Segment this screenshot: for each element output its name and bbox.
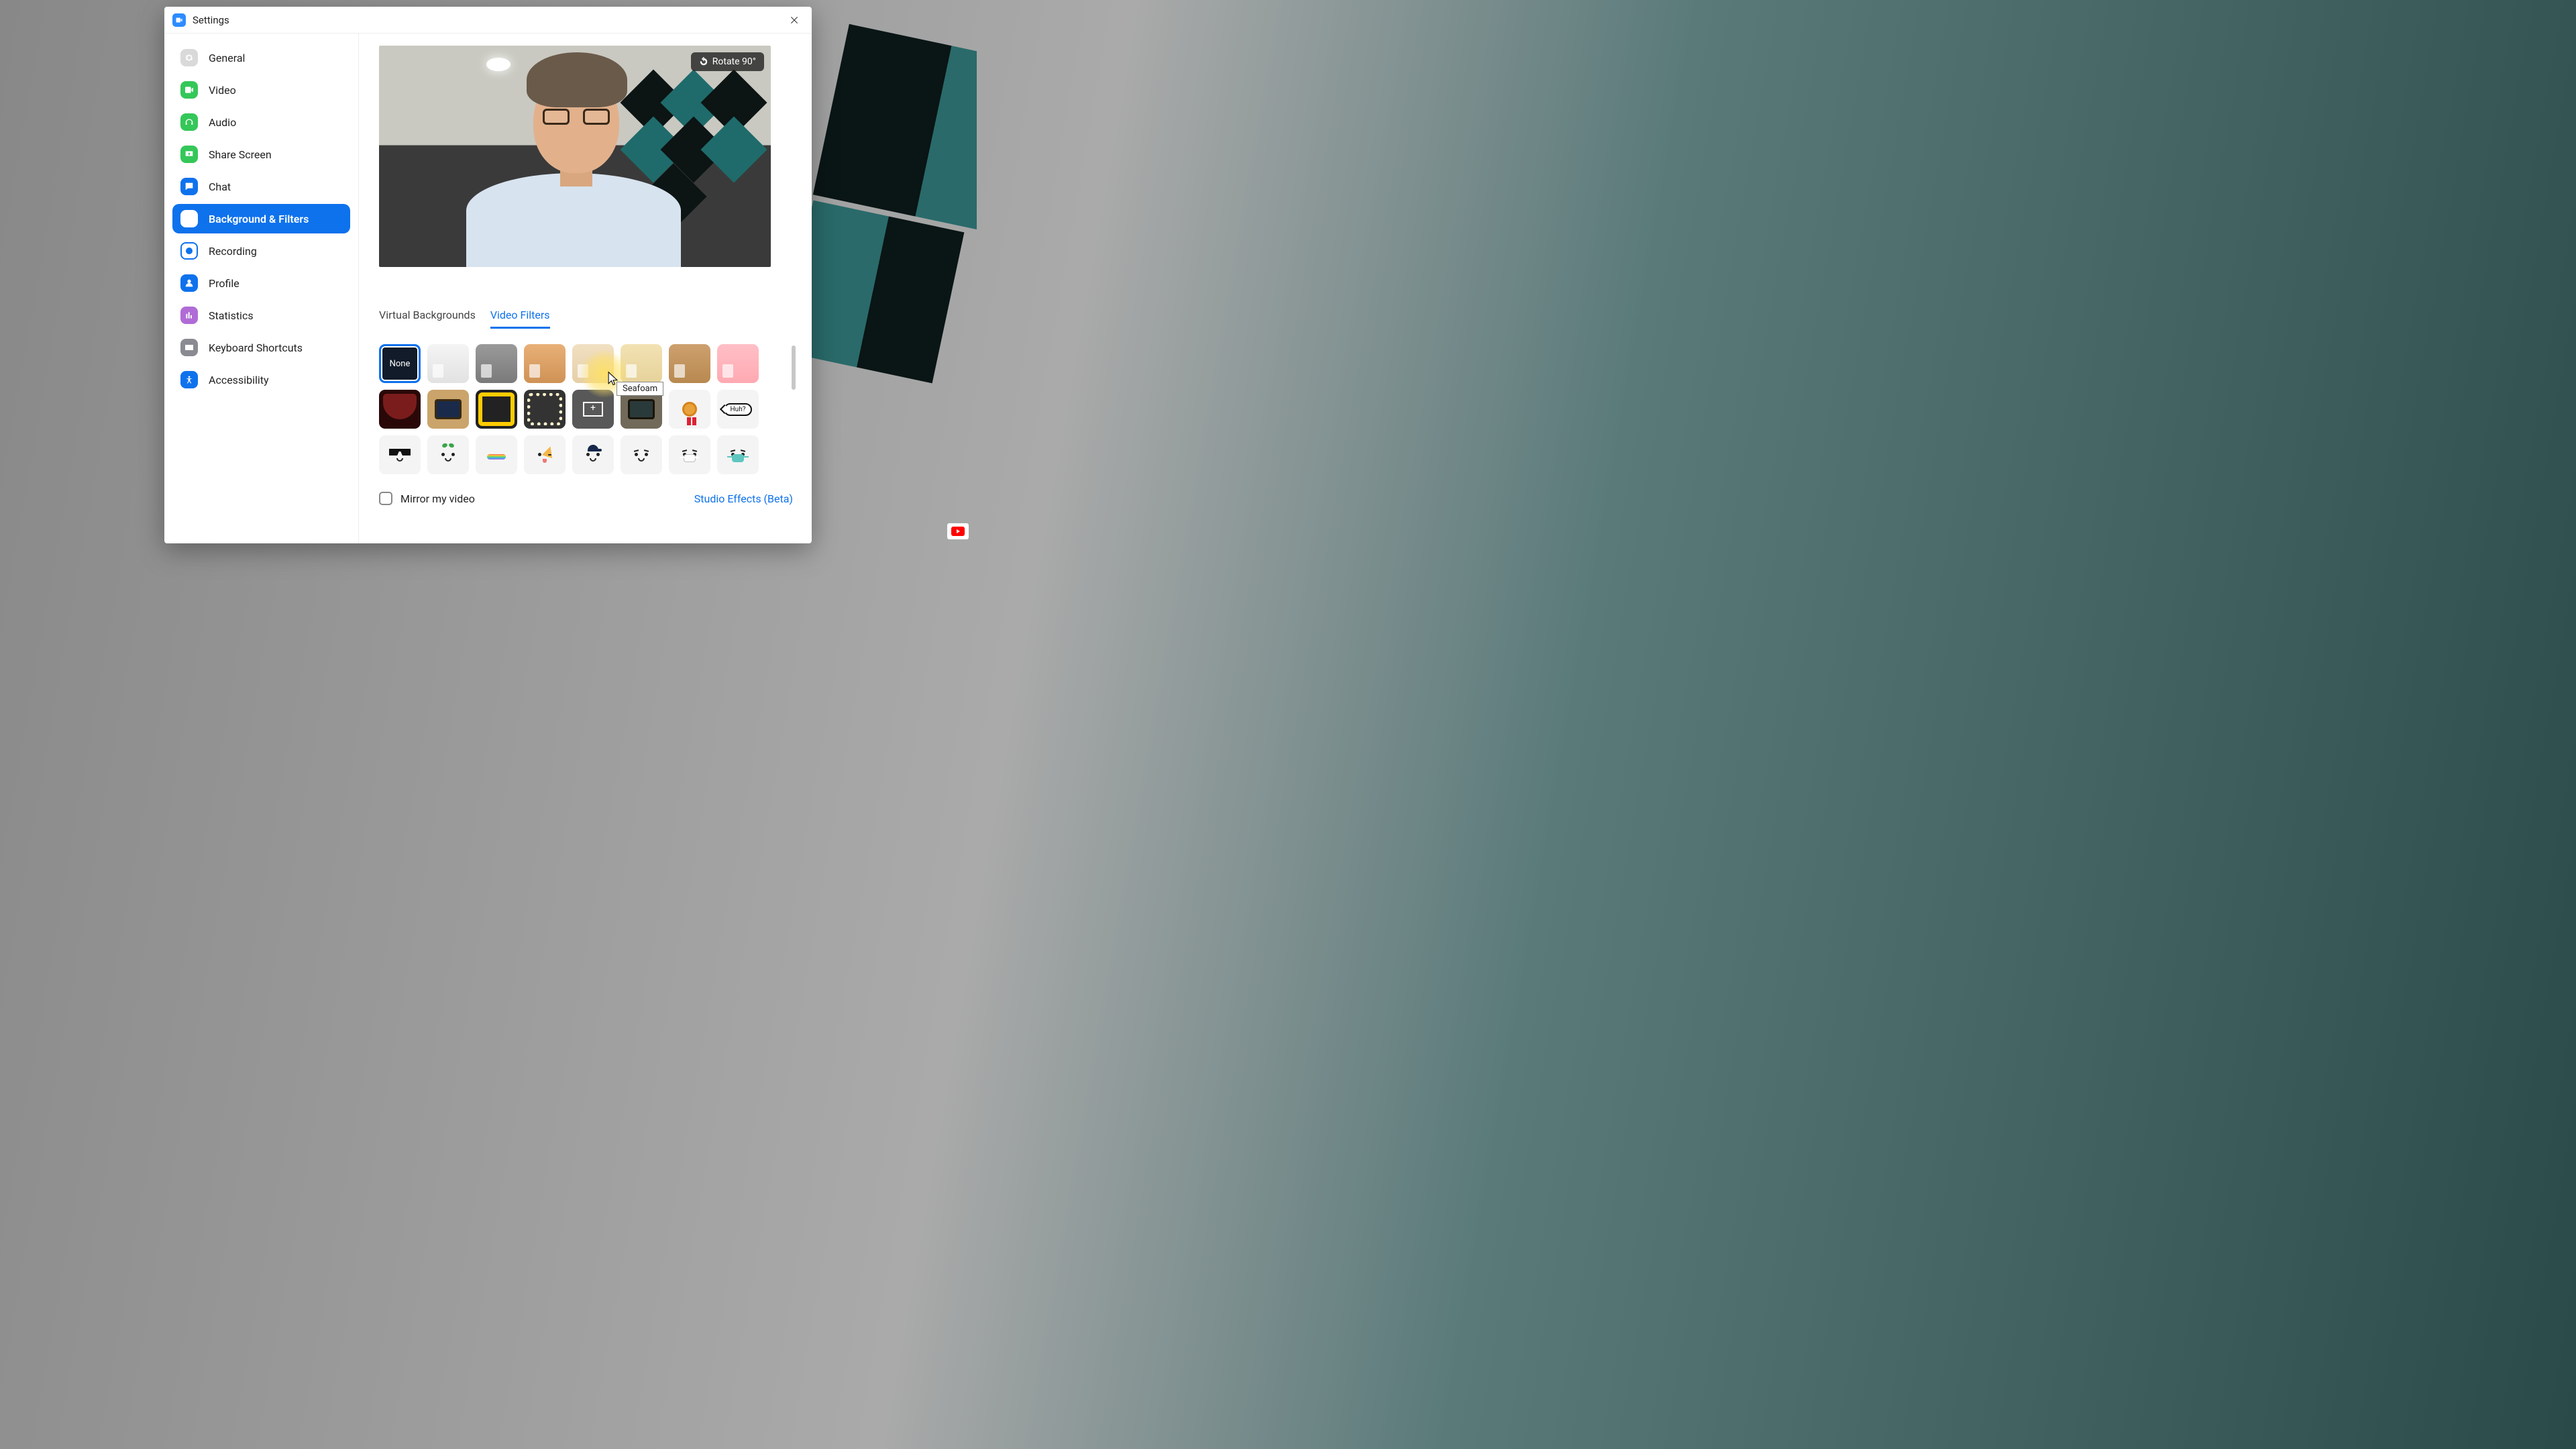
filter-deal-with-it[interactable]	[379, 435, 421, 474]
tab-virtual-backgrounds[interactable]: Virtual Backgrounds	[379, 309, 476, 329]
sidebar-item-label: Statistics	[209, 309, 254, 322]
settings-dialog: Settings General Video Audio Share Scree…	[164, 7, 812, 543]
filter-huh[interactable]: Huh?	[717, 390, 759, 429]
filter-pizza[interactable]	[524, 435, 566, 474]
sidebar-item-accessibility[interactable]: Accessibility	[172, 365, 350, 394]
filter-happy[interactable]	[621, 435, 662, 474]
rotate-label: Rotate 90°	[712, 56, 756, 67]
chat-icon	[180, 178, 198, 195]
gear-icon	[180, 49, 198, 66]
filter-noir[interactable]	[476, 344, 517, 383]
sidebar-item-statistics[interactable]: Statistics	[172, 301, 350, 330]
youtube-subscribe-badge[interactable]	[947, 523, 969, 539]
share-screen-icon	[180, 146, 198, 163]
huh-bubble-text: Huh?	[724, 403, 753, 416]
sidebar-item-label: General	[209, 52, 245, 64]
settings-main-panel: Rotate 90° Virtual Backgrounds Video Fil…	[359, 34, 812, 543]
recording-icon	[180, 242, 198, 260]
close-button[interactable]	[785, 11, 804, 30]
rotate-90-button[interactable]: Rotate 90°	[691, 52, 764, 71]
titlebar: Settings	[164, 7, 812, 34]
rotate-icon	[699, 57, 708, 66]
keyboard-icon	[180, 339, 198, 356]
mirror-video-checkbox[interactable]	[379, 492, 392, 505]
filter-sepia[interactable]	[524, 344, 566, 383]
sidebar-item-label: Keyboard Shortcuts	[209, 341, 303, 354]
tab-video-filters[interactable]: Video Filters	[490, 309, 550, 329]
filter-tooltip: Seafoam	[616, 382, 663, 396]
filter-retro-tv[interactable]	[427, 390, 469, 429]
video-filters-grid: None Huh?	[379, 344, 768, 474]
filter-rose[interactable]	[717, 344, 759, 383]
sidebar-item-audio[interactable]: Audio	[172, 107, 350, 137]
filter-award[interactable]	[669, 390, 710, 429]
bgf-footer: Mirror my video Studio Effects (Beta)	[379, 492, 793, 505]
close-icon	[789, 15, 800, 25]
sidebar-item-label: Recording	[209, 245, 257, 258]
bgf-tabs: Virtual Backgrounds Video Filters	[379, 309, 793, 329]
sidebar-item-label: Accessibility	[209, 374, 269, 386]
profile-icon	[180, 274, 198, 292]
filter-dusk[interactable]	[669, 344, 710, 383]
zoom-app-icon	[172, 13, 186, 27]
sidebar-item-label: Audio	[209, 116, 236, 129]
filter-lights-frame[interactable]	[524, 390, 566, 429]
sidebar-item-video[interactable]: Video	[172, 75, 350, 105]
video-preview: Rotate 90°	[379, 46, 771, 267]
filter-theater[interactable]	[379, 390, 421, 429]
studio-effects-link[interactable]: Studio Effects (Beta)	[694, 492, 793, 505]
sidebar-item-label: Share Screen	[209, 148, 272, 161]
sidebar-item-label: Video	[209, 84, 236, 97]
sidebar-item-recording[interactable]: Recording	[172, 236, 350, 266]
accessibility-icon	[180, 371, 198, 388]
mirror-video-label: Mirror my video	[400, 492, 475, 505]
filter-mask-teal[interactable]	[717, 435, 759, 474]
video-icon	[180, 81, 198, 99]
sidebar-item-label: Chat	[209, 180, 231, 193]
sidebar-item-share-screen[interactable]: Share Screen	[172, 140, 350, 169]
sidebar-item-background-filters[interactable]: Background & Filters	[172, 204, 350, 233]
sidebar-item-profile[interactable]: Profile	[172, 268, 350, 298]
settings-sidebar: General Video Audio Share Screen Chat Ba…	[164, 34, 359, 543]
filter-cap[interactable]	[572, 435, 614, 474]
filter-sprout[interactable]	[427, 435, 469, 474]
sidebar-item-label: Background & Filters	[209, 213, 309, 225]
filter-focus-frame[interactable]	[572, 390, 614, 429]
window-title: Settings	[193, 14, 229, 26]
filter-seafoam[interactable]	[621, 344, 662, 383]
sidebar-item-label: Profile	[209, 277, 239, 290]
statistics-icon	[180, 307, 198, 324]
filter-none-label: None	[390, 359, 411, 369]
filter-none[interactable]: None	[379, 344, 421, 383]
headphones-icon	[180, 113, 198, 131]
background-filters-icon	[180, 210, 198, 227]
filter-mask-white[interactable]	[669, 435, 710, 474]
sidebar-item-general[interactable]: General	[172, 43, 350, 72]
sidebar-item-chat[interactable]: Chat	[172, 172, 350, 201]
filter-warm[interactable]	[572, 344, 614, 383]
filter-black-white[interactable]	[427, 344, 469, 383]
sidebar-item-keyboard-shortcuts[interactable]: Keyboard Shortcuts	[172, 333, 350, 362]
filter-rainbow[interactable]	[476, 435, 517, 474]
filter-emoji-frame[interactable]	[476, 390, 517, 429]
filters-scrollbar[interactable]	[792, 345, 796, 390]
